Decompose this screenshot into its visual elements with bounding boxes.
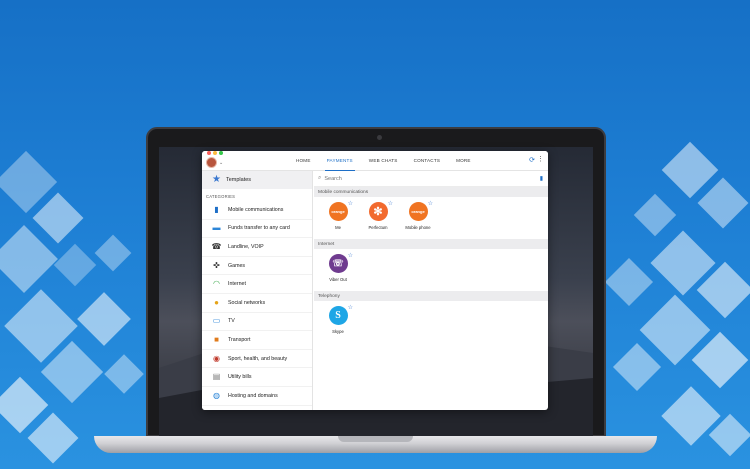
wifi-icon: ◠ (213, 279, 220, 289)
provider-row: S ☆ Skype (314, 301, 548, 343)
sidebar-item-mobile-communications[interactable]: ▮ Mobile communications (202, 201, 312, 220)
sidebar-item-label: TV (228, 318, 235, 325)
sidebar-item-social-networks[interactable]: ● Social networks (202, 294, 312, 313)
sidebar-item-tv[interactable]: ▭ TV (202, 313, 312, 332)
sidebar: ★ Templates CATEGORIES ▮ Mobile communic… (202, 171, 313, 410)
search-icon: ⌕ (318, 175, 322, 181)
categories-header: CATEGORIES (206, 194, 236, 199)
provider-name: Mobile phone (405, 225, 431, 230)
sidebar-item-label: Utility bills (228, 374, 252, 381)
section-header: Internet (314, 239, 548, 249)
sidebar-item-label: Mobile communications (228, 206, 284, 213)
favorite-star-icon[interactable]: ☆ (348, 252, 353, 259)
search-input[interactable] (324, 175, 485, 182)
perfectum-logo-icon: ✻ (368, 202, 388, 221)
more-options-icon[interactable]: ⋮ (537, 155, 544, 163)
provider-tile[interactable]: ☏ ☆ Viber Out (323, 252, 353, 291)
provider-tile[interactable]: S ☆ Skype (323, 304, 353, 343)
camera-icon (377, 135, 382, 140)
chevron-down-icon[interactable]: ⌄ (219, 160, 223, 166)
balls-icon: ◉ (213, 353, 220, 363)
top-bar: ⌄ HOME PAYMENTS WEB CHATS CONTACTS MORE … (202, 151, 548, 171)
provider-name: Perfectum (368, 225, 388, 230)
trash-icon[interactable]: ▮ (540, 175, 543, 182)
telephone-icon: ☎ (211, 241, 222, 251)
orange-logo-icon: orange (408, 202, 428, 221)
close-window-button[interactable] (207, 151, 211, 155)
globe-icon: ◍ (213, 390, 220, 400)
provider-tile[interactable]: ✻ ☆ Perfectum (363, 200, 393, 239)
sidebar-item-templates[interactable]: ★ Templates (202, 171, 312, 189)
viber-logo-icon: ☏ (328, 254, 348, 273)
main-content: ⌕ ▮ Mobile communications orange ☆ Me ✻ … (314, 171, 548, 410)
sidebar-item-landline-voip[interactable]: ☎ Landline, VOIP (202, 238, 312, 257)
bill-icon: ▤ (212, 372, 221, 382)
zoom-window-button[interactable] (219, 151, 223, 155)
tab-web-chats[interactable]: WEB CHATS (361, 151, 406, 171)
section-header: Telephony (314, 291, 548, 301)
main-tabs: HOME PAYMENTS WEB CHATS CONTACTS MORE (288, 151, 479, 171)
search-bar: ⌕ ▮ (314, 171, 548, 187)
favorite-star-icon[interactable]: ☆ (348, 200, 353, 207)
tab-payments[interactable]: PAYMENTS (319, 151, 361, 171)
sidebar-item-games[interactable]: ✜ Games (202, 257, 312, 276)
sidebar-item-label: Sport, health, and beauty (228, 355, 288, 362)
gamepad-icon: ✜ (213, 260, 220, 270)
provider-name: Me (335, 225, 341, 230)
minimize-window-button[interactable] (213, 151, 217, 155)
provider-row: ☏ ☆ Viber Out (314, 249, 548, 291)
provider-row: orange ☆ Me ✻ ☆ Perfectum orange ☆ Mobil… (314, 197, 548, 239)
refresh-icon[interactable]: ⟳ (529, 156, 535, 164)
provider-tile[interactable]: orange ☆ Mobile phone (403, 200, 433, 239)
sidebar-item-label: Social networks (228, 299, 266, 306)
favorite-star-icon[interactable]: ☆ (348, 304, 353, 311)
laptop-base (94, 436, 657, 453)
sidebar-item-label: Games (228, 262, 246, 269)
people-icon: ● (214, 297, 219, 307)
bus-icon: ■ (214, 334, 219, 344)
sidebar-item-label: Templates (225, 177, 252, 183)
orange-logo-icon: orange (328, 202, 348, 221)
mobile-phone-icon: ▮ (214, 204, 219, 214)
tab-home[interactable]: HOME (288, 151, 319, 171)
sidebar-item-label: Hosting and domains (228, 392, 278, 399)
star-icon: ★ (212, 174, 221, 185)
sidebar-item-utility-bills[interactable]: ▤ Utility bills (202, 368, 312, 387)
window-controls (207, 151, 223, 155)
favorite-star-icon[interactable]: ☆ (428, 200, 433, 207)
provider-tile[interactable]: orange ☆ Me (323, 200, 353, 239)
tab-contacts[interactable]: CONTACTS (406, 151, 449, 171)
sidebar-item-sport-health-beauty[interactable]: ◉ Sport, health, and beauty (202, 350, 312, 369)
avatar[interactable] (206, 157, 217, 168)
sidebar-item-funds-transfer[interactable]: ▬ Funds transfer to any card (202, 220, 312, 239)
skype-logo-icon: S (328, 306, 348, 325)
provider-name: Skype (332, 329, 344, 334)
sidebar-item-label: Landline, VOIP (228, 243, 264, 250)
sidebar-item-transport[interactable]: ■ Transport (202, 331, 312, 350)
credit-card-icon: ▬ (212, 223, 221, 233)
sidebar-item-internet[interactable]: ◠ Internet (202, 275, 312, 294)
tv-icon: ▭ (212, 316, 221, 326)
sidebar-item-label: Internet (228, 281, 246, 288)
tab-more[interactable]: MORE (448, 151, 479, 171)
section-header: Mobile communications (314, 187, 548, 197)
app-window: ⌄ HOME PAYMENTS WEB CHATS CONTACTS MORE … (202, 151, 548, 410)
sidebar-item-label: Funds transfer to any card (228, 225, 290, 232)
favorite-star-icon[interactable]: ☆ (388, 200, 393, 207)
provider-name: Viber Out (329, 277, 347, 282)
sidebar-item-hosting-domains[interactable]: ◍ Hosting and domains (202, 387, 312, 406)
sidebar-item-label: Transport (228, 336, 251, 343)
